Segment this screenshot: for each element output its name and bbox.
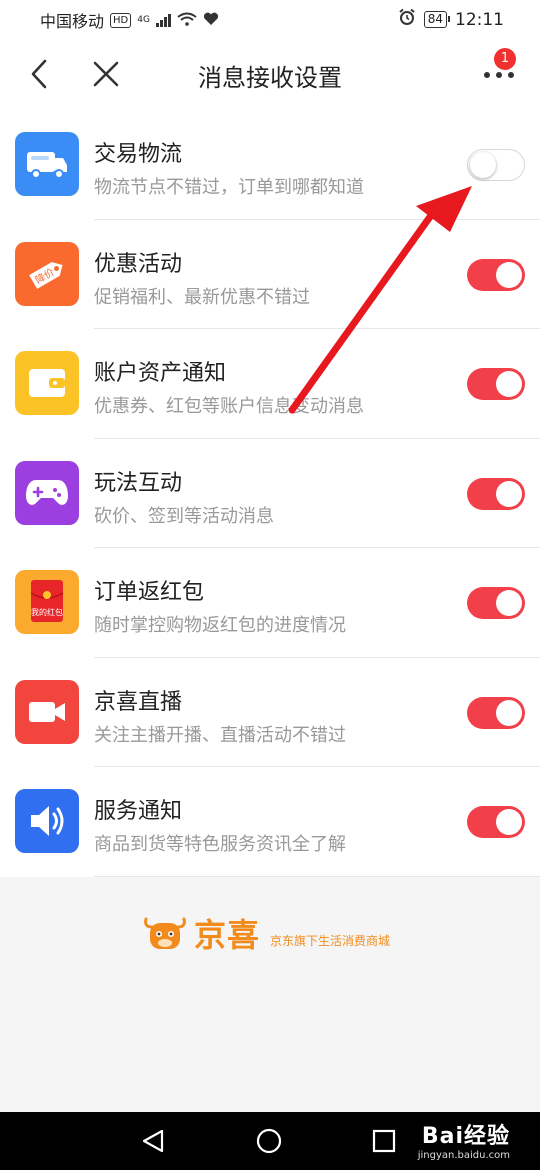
setting-row-logistics: 交易物流 物流节点不错过，订单到哪都知道 xyxy=(0,110,540,220)
status-bar: 中国移动 HD 4G 84 12:11 xyxy=(0,0,540,38)
setting-description: 关注主播开播、直播活动不错过 xyxy=(94,724,346,746)
setting-title: 服务通知 xyxy=(94,799,183,824)
setting-row-service-notice: 服务通知 商品到货等特色服务资讯全了解 xyxy=(0,767,540,877)
page-title: 消息接收设置 xyxy=(198,64,342,92)
watermark-text: Bai经验 xyxy=(421,1124,510,1149)
title-bar: 消息接收设置 1 xyxy=(0,38,540,110)
status-bar-right: 84 12:11 xyxy=(398,8,504,31)
settings-list: 交易物流 物流节点不错过，订单到哪都知道 降价 优惠活动 促销福利、最新优惠不错… xyxy=(0,110,540,877)
more-options-button[interactable]: 1 xyxy=(482,48,522,92)
setting-description: 砍价、签到等活动消息 xyxy=(94,505,274,527)
more-dots-icon xyxy=(484,72,514,78)
signal-icon xyxy=(155,13,171,27)
setting-row-promotions: 降价 优惠活动 促销福利、最新优惠不错过 xyxy=(0,220,540,329)
setting-title: 京喜直播 xyxy=(94,689,183,715)
hd-badge: HD xyxy=(110,12,132,28)
square-recent-icon xyxy=(372,1129,396,1153)
brand-slogan: 京东旗下生活消费商城 xyxy=(270,933,391,948)
setting-row-interactive-games: 玩法互动 砍价、签到等活动消息 xyxy=(0,439,540,548)
baidu-jingyan-watermark: Bai经验 jingyan.baidu.com xyxy=(418,1118,510,1161)
wallet-icon xyxy=(15,351,79,415)
setting-title: 玩法互动 xyxy=(94,470,183,496)
service-notice-toggle[interactable] xyxy=(467,806,525,838)
speaker-icon xyxy=(15,789,79,853)
price-tag-icon: 降价 xyxy=(15,241,79,306)
setting-title: 订单返红包 xyxy=(94,580,205,605)
interactive-games-toggle[interactable] xyxy=(467,477,525,510)
battery-indicator: 84 xyxy=(423,11,451,28)
setting-row-live-stream: 京喜直播 关注主播开播、直播活动不错过 xyxy=(0,658,540,767)
setting-row-account-assets: 账户资产通知 优惠券、红包等账户信息变动消息 xyxy=(0,329,540,439)
video-camera-icon xyxy=(15,679,79,744)
setting-row-order-red-envelope: 我的红包 订单返红包 随时掌控购物返红包的进度情况 xyxy=(0,548,540,658)
divider xyxy=(94,875,540,877)
account-assets-toggle[interactable] xyxy=(467,368,525,400)
gamepad-icon xyxy=(15,460,79,525)
logistics-toggle[interactable] xyxy=(467,149,525,181)
status-bar-left: 中国移动 HD 4G xyxy=(40,8,219,32)
truck-icon xyxy=(15,132,79,196)
notification-badge: 1 xyxy=(494,48,516,70)
nav-home-button[interactable] xyxy=(256,1128,282,1158)
brand-footer: 京喜 京东旗下生活消费商城 xyxy=(142,908,390,958)
live-stream-toggle[interactable] xyxy=(467,696,525,729)
circle-home-icon xyxy=(256,1128,282,1154)
wifi-icon xyxy=(177,11,197,30)
jingxi-ox-logo-icon xyxy=(144,917,186,949)
svg-text:我的红包: 我的红包 xyxy=(31,607,63,617)
setting-title: 交易物流 xyxy=(94,142,183,167)
promotions-toggle[interactable] xyxy=(467,258,525,291)
carrier-name: 中国移动 xyxy=(40,12,105,31)
setting-description: 促销福利、最新优惠不错过 xyxy=(94,286,310,308)
setting-description: 随时掌控购物返红包的进度情况 xyxy=(94,615,346,636)
setting-description: 优惠券、红包等账户信息变动消息 xyxy=(94,396,364,417)
clock: 12:11 xyxy=(455,9,504,30)
setting-description: 商品到货等特色服务资讯全了解 xyxy=(94,834,346,855)
setting-description: 物流节点不错过，订单到哪都知道 xyxy=(94,177,364,198)
heart-rate-icon xyxy=(203,11,219,30)
watermark-url: jingyan.baidu.com xyxy=(417,1150,510,1161)
nav-back-button[interactable] xyxy=(140,1128,166,1158)
network-type: 4G xyxy=(137,15,150,25)
triangle-back-icon xyxy=(142,1129,164,1153)
setting-title: 账户资产通知 xyxy=(94,361,227,386)
red-envelope-icon: 我的红包 xyxy=(15,570,79,634)
brand-name: 京喜 xyxy=(194,916,261,954)
alarm-icon xyxy=(398,8,416,31)
order-red-envelope-toggle[interactable] xyxy=(467,587,525,619)
nav-recent-apps-button[interactable] xyxy=(372,1129,396,1157)
setting-title: 优惠活动 xyxy=(94,251,183,277)
system-nav-bar: Bai经验 jingyan.baidu.com xyxy=(0,1112,540,1170)
